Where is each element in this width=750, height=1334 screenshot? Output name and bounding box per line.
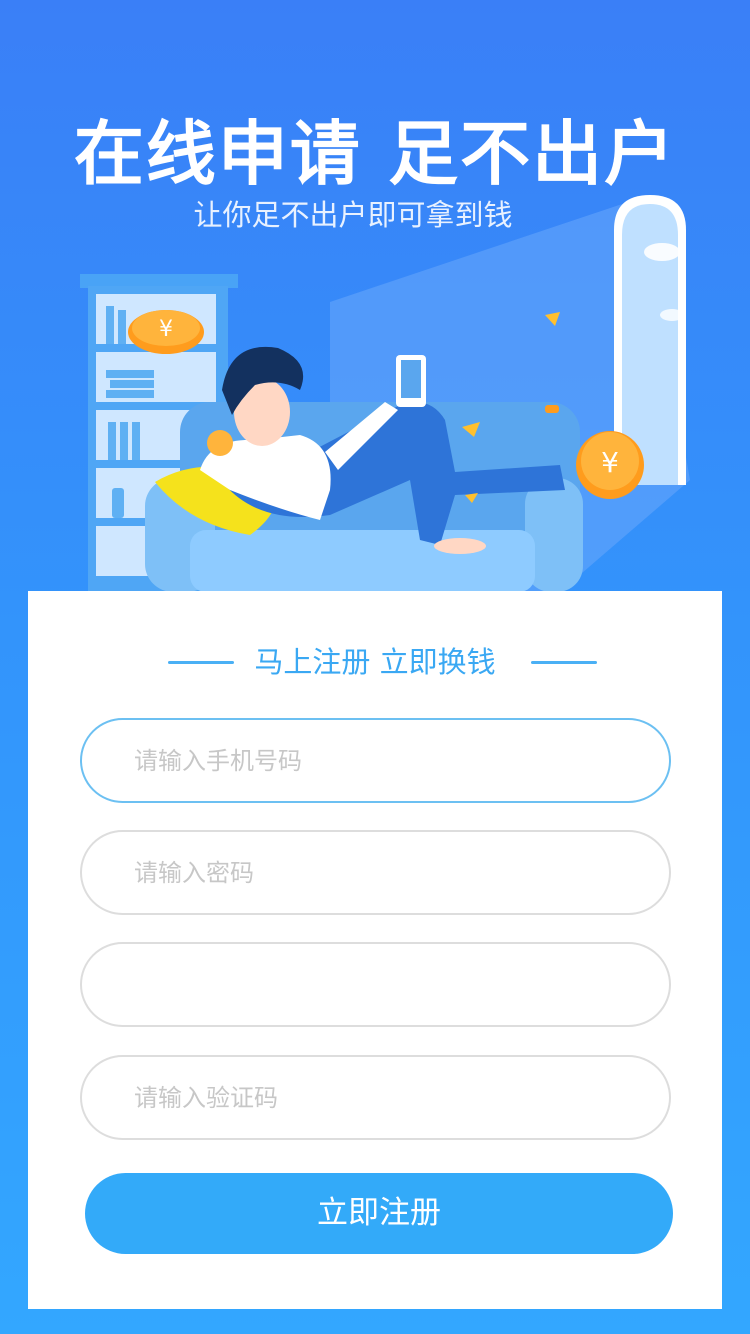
hero-illustration: ¥ ¥	[80, 195, 690, 592]
coin-illustration-small	[207, 430, 233, 456]
blank-input[interactable]	[134, 944, 634, 1025]
phone-field[interactable]	[80, 718, 671, 803]
coin-illustration-right: ¥	[576, 431, 644, 499]
phone-input[interactable]	[134, 720, 634, 801]
coin-illustration-left: ¥	[128, 310, 204, 354]
form-heading-row: 马上注册 立即换钱	[0, 642, 750, 682]
password-field[interactable]	[80, 830, 671, 915]
confetti-illustration	[545, 405, 559, 413]
password-input[interactable]	[134, 832, 634, 913]
svg-text:¥: ¥	[159, 317, 173, 342]
hero-title: 在线申请 足不出户	[73, 113, 677, 195]
code-field[interactable]	[80, 1055, 671, 1140]
form-heading: 马上注册 立即换钱	[254, 645, 496, 679]
heading-divider-right	[531, 661, 597, 664]
code-input[interactable]	[134, 1057, 634, 1138]
blank-field[interactable]	[80, 942, 671, 1027]
register-button[interactable]: 立即注册	[85, 1173, 673, 1254]
svg-text:¥: ¥	[601, 446, 619, 479]
